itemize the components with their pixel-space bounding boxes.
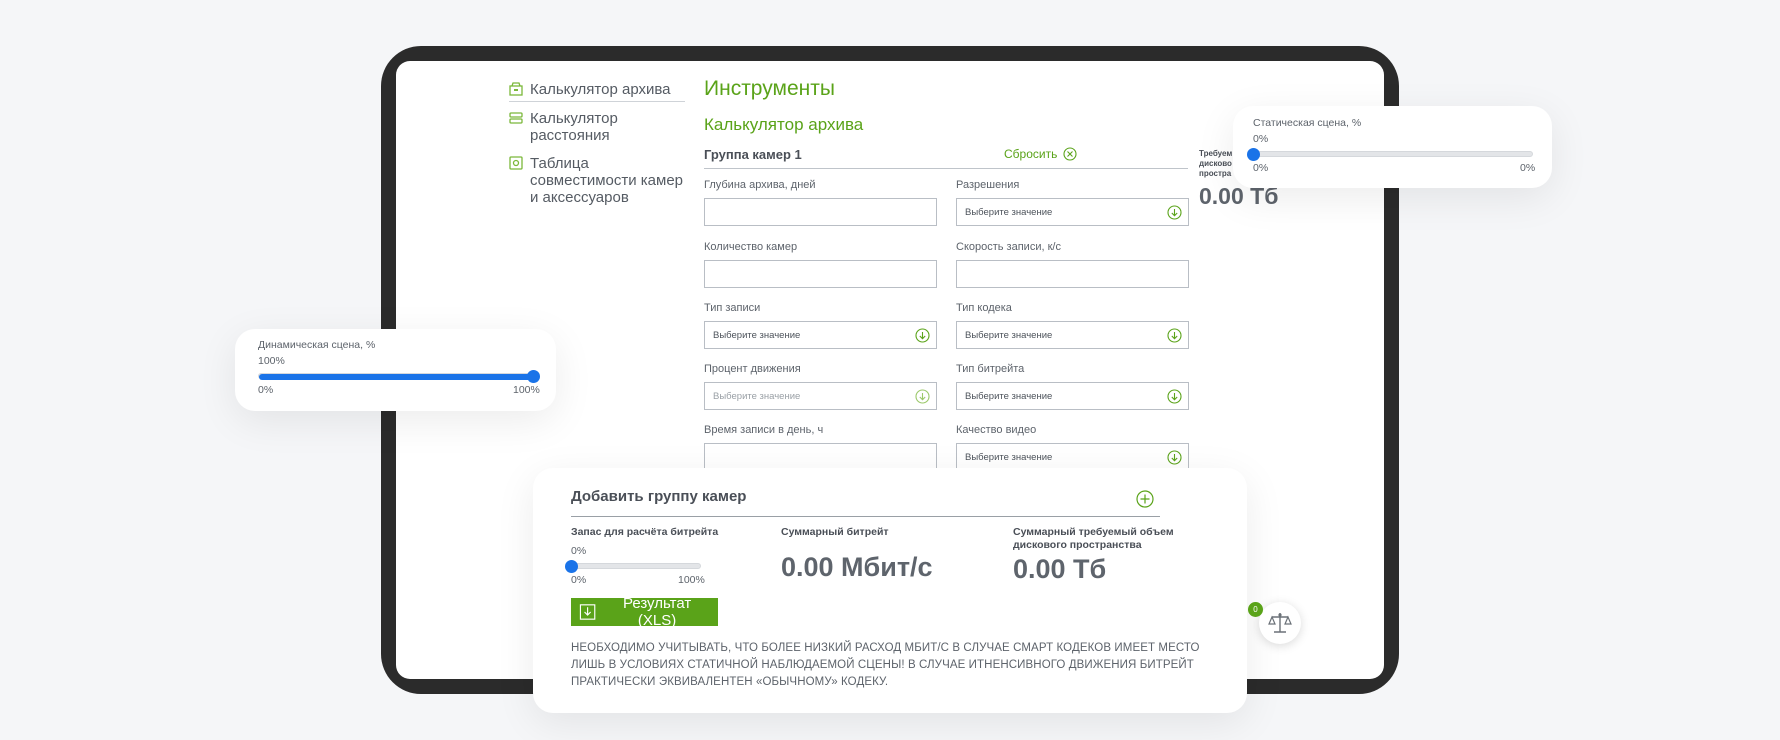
chevron-down-icon bbox=[915, 327, 930, 343]
resolution-select[interactable]: Выберите значение bbox=[956, 198, 1189, 226]
group-title: Группа камер 1 bbox=[704, 147, 802, 162]
dynamic-scene-value: 100% bbox=[258, 355, 285, 367]
compatibility-table-icon bbox=[509, 156, 523, 170]
record-type-value: Выберите значение bbox=[713, 329, 801, 341]
reserve-label: Запас для расчёта битрейта bbox=[571, 526, 719, 538]
static-scene-max: 0% bbox=[1520, 162, 1536, 174]
chevron-down-icon bbox=[1167, 388, 1182, 404]
chevron-down-icon bbox=[1167, 449, 1182, 465]
sidebar-item-archive-calculator[interactable]: Калькулятор архива bbox=[509, 81, 689, 98]
reserve-slider[interactable] bbox=[571, 563, 701, 569]
camera-count-input[interactable] bbox=[704, 260, 937, 288]
bitrate-label: Суммарный битрейт bbox=[781, 526, 889, 538]
reset-label: Сбросить bbox=[1004, 147, 1058, 161]
section-title: Калькулятор архива bbox=[704, 115, 864, 134]
required-disk-label: Требуем дисково простра bbox=[1199, 149, 1233, 178]
archive-depth-label: Глубина архива, дней bbox=[704, 179, 816, 191]
record-type-select[interactable]: Выберите значение bbox=[704, 321, 937, 349]
chevron-down-icon bbox=[1167, 327, 1182, 343]
group-divider bbox=[704, 168, 1188, 169]
chevron-down-icon bbox=[1167, 204, 1182, 220]
record-hours-input[interactable] bbox=[704, 443, 937, 471]
add-group-button[interactable] bbox=[1136, 490, 1154, 508]
static-scene-slider-thumb[interactable] bbox=[1246, 147, 1260, 161]
record-type-label: Тип записи bbox=[704, 302, 761, 314]
dynamic-scene-slider-thumb[interactable] bbox=[526, 369, 540, 383]
record-hours-label: Время записи в день, ч bbox=[704, 424, 824, 436]
reserve-min: 0% bbox=[571, 574, 587, 586]
static-scene-slider[interactable] bbox=[1253, 151, 1533, 157]
dynamic-scene-card: Динамическая сцена, % 100% 0% 100% bbox=[235, 329, 556, 411]
dynamic-scene-min: 0% bbox=[258, 384, 274, 396]
static-scene-min: 0% bbox=[1253, 162, 1269, 174]
disk-label: Суммарный требуемый объем дискового прос… bbox=[1013, 526, 1174, 551]
bitrate-type-label: Тип битрейта bbox=[956, 363, 1025, 375]
sidebar-item-label: Таблица совместимости камер и аксессуаро… bbox=[530, 155, 684, 206]
dynamic-scene-max: 100% bbox=[513, 384, 540, 396]
static-scene-label: Статическая сцена, % bbox=[1253, 117, 1362, 129]
add-group-label: Добавить группу камер bbox=[571, 488, 747, 505]
sidebar-item-compatibility-table[interactable]: Таблица совместимости камер и аксессуаро… bbox=[509, 155, 689, 206]
reserve-max: 100% bbox=[678, 574, 705, 586]
static-scene-card: Статическая сцена, % 0% 0% 0% bbox=[1233, 106, 1552, 188]
motion-percent-label: Процент движения bbox=[704, 363, 801, 375]
resolution-label: Разрешения bbox=[956, 179, 1020, 191]
chevron-down-icon bbox=[915, 388, 930, 404]
video-quality-select[interactable]: Выберите значение bbox=[956, 443, 1189, 471]
compare-count-badge: 0 bbox=[1248, 602, 1263, 617]
dynamic-scene-label: Динамическая сцена, % bbox=[258, 339, 376, 351]
dynamic-scene-slider[interactable] bbox=[258, 373, 533, 380]
motion-percent-select[interactable]: Выберите значение bbox=[704, 382, 937, 410]
summary-divider bbox=[571, 516, 1160, 517]
result-xls-label: Результат (XLS) bbox=[622, 595, 692, 629]
codec-type-value: Выберите значение bbox=[965, 329, 1053, 341]
archive-depth-input[interactable] bbox=[704, 198, 937, 226]
summary-card: Добавить группу камер Запас для расчёта … bbox=[533, 468, 1247, 713]
disk-value: 0.00 Тб bbox=[1013, 554, 1107, 584]
reset-button[interactable]: Сбросить bbox=[1004, 147, 1077, 161]
sidebar-item-distance-calculator[interactable]: Калькулятор расстояния bbox=[509, 110, 619, 144]
warning-note: НЕОБХОДИМО УЧИТЫВАТЬ, ЧТО БОЛЕЕ НИЗКИЙ Р… bbox=[571, 642, 1200, 688]
video-quality-value: Выберите значение bbox=[965, 451, 1053, 463]
dynamic-scene-slider-fill bbox=[259, 374, 532, 380]
codec-type-label: Тип кодека bbox=[956, 302, 1012, 314]
page-title: Инструменты bbox=[704, 77, 835, 100]
bitrate-type-value: Выберите значение bbox=[965, 390, 1053, 402]
record-speed-input[interactable] bbox=[956, 260, 1189, 288]
result-xls-button[interactable]: Результат (XLS) bbox=[571, 595, 718, 629]
reserve-slider-thumb[interactable] bbox=[564, 559, 578, 573]
download-icon bbox=[579, 604, 596, 620]
reserve-value: 0% bbox=[571, 545, 587, 557]
motion-percent-value: Выберите значение bbox=[713, 390, 801, 402]
bitrate-value: 0.00 Мбит/с bbox=[781, 552, 933, 582]
static-scene-value: 0% bbox=[1253, 133, 1269, 145]
bitrate-type-select[interactable]: Выберите значение bbox=[956, 382, 1189, 410]
record-speed-label: Скорость записи, к/с bbox=[956, 241, 1061, 253]
scales-icon bbox=[1268, 613, 1292, 633]
sidebar-divider bbox=[509, 101, 685, 102]
sidebar-item-label: Калькулятор архива bbox=[530, 81, 671, 98]
sidebar-item-label: Калькулятор расстояния bbox=[530, 110, 618, 144]
archive-calculator-icon bbox=[509, 82, 523, 96]
camera-count-label: Количество камер bbox=[704, 241, 798, 253]
compare-button[interactable] bbox=[1259, 602, 1301, 644]
video-quality-label: Качество видео bbox=[956, 424, 1037, 436]
distance-calculator-icon bbox=[509, 112, 523, 124]
resolution-value: Выберите значение bbox=[965, 206, 1053, 218]
close-circle-icon bbox=[1063, 147, 1077, 161]
codec-type-select[interactable]: Выберите значение bbox=[956, 321, 1189, 349]
